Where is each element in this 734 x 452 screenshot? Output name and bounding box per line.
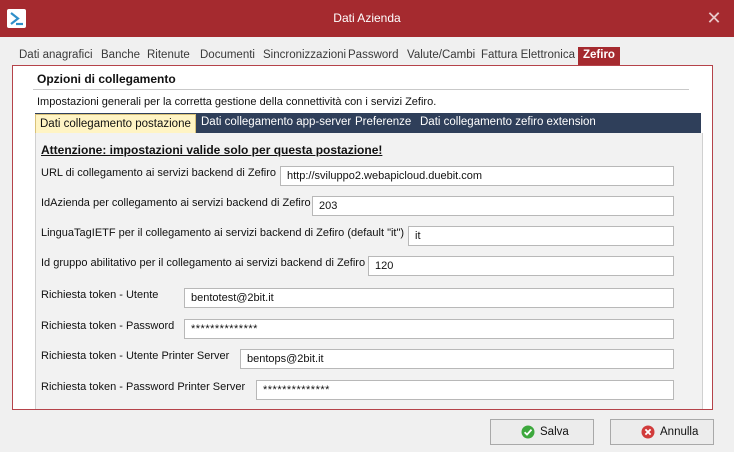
url-field[interactable]: http://sviluppo2.webapicloud.duebit.com [280, 166, 674, 186]
id-gruppo-label: Id gruppo abilitativo per il collegament… [41, 257, 366, 269]
tab-sincronizzazioni[interactable]: Sincronizzazioni [263, 47, 346, 65]
warning-text: Attenzione: impostazioni valide solo per… [41, 143, 383, 157]
inner-tab-bar: Dati collegamento postazione Dati colleg… [35, 113, 701, 134]
password-field[interactable]: ************** [184, 319, 674, 339]
url-label: URL di collegamento ai servizi backend d… [41, 167, 276, 179]
section-description: Impostazioni generali per la corretta ge… [37, 96, 437, 108]
section-divider [33, 89, 689, 90]
cancel-button[interactable]: Annulla [610, 419, 714, 445]
utente-printer-label: Richiesta token - Utente Printer Server [41, 350, 230, 362]
tab-dati-anagrafici[interactable]: Dati anagrafici [19, 47, 93, 65]
id-azienda-field[interactable]: 203 [312, 196, 674, 216]
settings-panel: Attenzione: impostazioni valide solo per… [35, 133, 703, 409]
cancel-icon [641, 425, 655, 439]
window-title: Dati Azienda [333, 11, 401, 25]
utente-field[interactable]: bentotest@2bit.it [184, 288, 674, 308]
password-printer-label: Richiesta token - Password Printer Serve… [41, 381, 246, 393]
close-icon[interactable]: ✕ [704, 8, 724, 28]
inner-tab-app-server[interactable]: Dati collegamento app-server [201, 113, 351, 133]
tab-zefiro[interactable]: Zefiro [578, 47, 620, 65]
password-printer-field[interactable]: ************** [256, 380, 674, 400]
section-title: Opzioni di collegamento [37, 72, 176, 86]
inner-tab-preferenze[interactable]: Preferenze [355, 113, 411, 133]
tab-ritenute[interactable]: Ritenute [147, 47, 190, 65]
id-azienda-label: IdAzienda per collegamento ai servizi ba… [41, 197, 311, 209]
save-button-label: Salva [540, 426, 569, 438]
tab-documenti[interactable]: Documenti [200, 47, 255, 65]
tab-banche[interactable]: Banche [101, 47, 140, 65]
utente-label: Richiesta token - Utente [41, 289, 159, 301]
password-label: Richiesta token - Password [41, 320, 175, 332]
tab-content-frame: Opzioni di collegamento Impostazioni gen… [12, 65, 713, 410]
lingua-field[interactable]: it [408, 226, 674, 246]
utente-printer-field[interactable]: bentops@2bit.it [240, 349, 674, 369]
tab-password[interactable]: Password [348, 47, 399, 65]
tab-valute-cambi[interactable]: Valute/Cambi [407, 47, 475, 65]
check-icon [521, 425, 535, 439]
save-button[interactable]: Salva [490, 419, 594, 445]
cancel-button-label: Annulla [660, 426, 699, 438]
inner-tab-postazione[interactable]: Dati collegamento postazione [35, 114, 196, 134]
lingua-label: LinguaTagIETF per il collegamento ai ser… [41, 227, 405, 239]
tab-fattura-elettronica[interactable]: Fattura Elettronica [481, 47, 575, 65]
id-gruppo-field[interactable]: 120 [368, 256, 674, 276]
title-bar: Dati Azienda ✕ [0, 0, 734, 37]
inner-tab-zefiro-extension[interactable]: Dati collegamento zefiro extension [420, 113, 596, 133]
